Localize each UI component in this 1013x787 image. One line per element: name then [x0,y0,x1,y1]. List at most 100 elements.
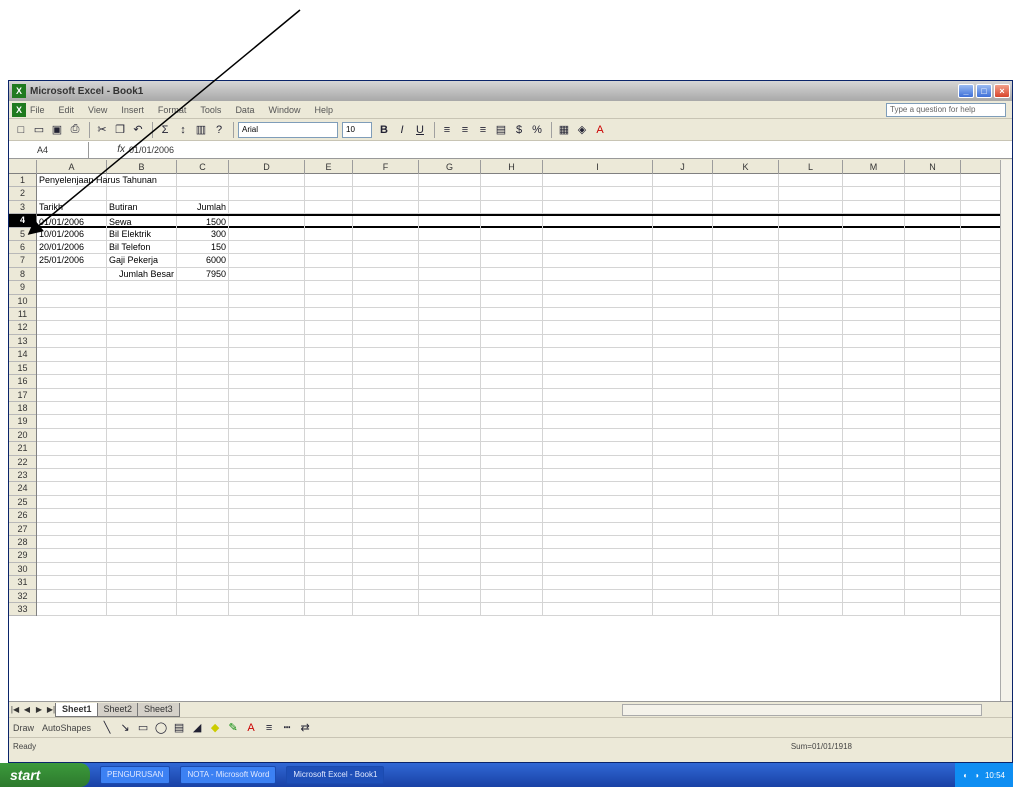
cell[interactable] [779,187,843,201]
cell[interactable] [353,241,419,255]
cell[interactable] [37,482,107,496]
menu-help[interactable]: Help [314,105,333,115]
cell[interactable] [305,442,353,456]
cell[interactable]: Bil Telefon [107,241,177,255]
menu-data[interactable]: Data [235,105,254,115]
cell[interactable] [353,509,419,523]
cell[interactable] [419,509,481,523]
cell[interactable] [543,576,653,590]
cell[interactable] [905,375,961,389]
row-header[interactable]: 17 [9,389,36,402]
row-header[interactable]: 10 [9,295,36,309]
cell[interactable] [653,294,713,309]
row-header[interactable]: 11 [9,308,36,322]
cell[interactable] [305,361,353,376]
cell[interactable] [37,401,107,416]
cell[interactable] [713,415,779,429]
cell[interactable] [107,442,177,456]
menu-view[interactable]: View [88,105,107,115]
align-center-icon[interactable]: ≡ [457,122,473,138]
rectangle-icon[interactable]: ▭ [135,720,151,736]
cell[interactable] [107,187,177,201]
cell[interactable] [37,361,107,376]
sum-icon[interactable]: Σ [157,122,173,138]
cell[interactable] [905,401,961,416]
cell[interactable] [653,200,713,215]
cell[interactable] [229,267,305,282]
select-all-corner[interactable] [9,160,37,174]
cell[interactable] [713,200,779,215]
menu-format[interactable]: Format [158,105,187,115]
cell[interactable] [229,576,305,590]
cell[interactable] [37,294,107,309]
cell[interactable] [229,321,305,335]
first-sheet-icon[interactable]: |◀ [9,705,21,714]
cell[interactable] [353,455,419,469]
cell[interactable] [713,522,779,536]
cell[interactable] [353,562,419,577]
cell[interactable] [229,535,305,550]
cell[interactable] [177,482,229,496]
font-color-icon[interactable]: A [243,720,259,736]
cell[interactable] [543,468,653,483]
cell[interactable] [543,200,653,215]
cell[interactable]: Butiran [107,200,177,215]
cell[interactable] [481,428,543,443]
cell[interactable] [419,535,481,550]
line-icon[interactable]: ╲ [99,720,115,736]
cell[interactable] [305,200,353,215]
cell[interactable] [653,401,713,416]
cell[interactable] [419,455,481,469]
cell[interactable] [543,428,653,443]
cell[interactable] [779,495,843,510]
cell[interactable] [229,401,305,416]
row-header[interactable]: 8 [9,268,36,282]
cell[interactable] [653,562,713,577]
cell[interactable] [843,468,905,483]
start-button[interactable]: start [0,763,90,787]
cell[interactable] [419,241,481,255]
taskbar-item-folder[interactable]: PENGURUSAN [100,766,171,784]
cell[interactable] [177,603,229,617]
cell[interactable] [481,241,543,255]
cell[interactable] [177,401,229,416]
cell[interactable] [713,187,779,201]
row-header[interactable]: 29 [9,549,36,563]
cell[interactable] [107,334,177,349]
column-header[interactable]: M [843,160,905,174]
cell[interactable] [177,281,229,295]
cell[interactable] [107,562,177,577]
menu-insert[interactable]: Insert [121,105,144,115]
cell[interactable] [37,509,107,523]
cell[interactable] [779,482,843,496]
cell[interactable] [419,281,481,295]
cell[interactable] [37,589,107,603]
cell[interactable] [843,603,905,617]
prev-sheet-icon[interactable]: ◀ [21,705,33,714]
cell[interactable] [779,241,843,255]
cell[interactable] [905,468,961,483]
cell[interactable] [419,482,481,496]
column-header[interactable]: K [713,160,779,174]
cell[interactable] [177,535,229,550]
cell[interactable] [37,562,107,577]
cut-icon[interactable]: ✂ [94,122,110,138]
cell[interactable] [843,455,905,469]
cell[interactable] [177,321,229,335]
cell[interactable] [543,281,653,295]
cell[interactable] [843,187,905,201]
column-header[interactable]: N [905,160,961,174]
cell[interactable] [543,495,653,510]
close-button[interactable]: × [994,84,1010,98]
cell[interactable] [305,576,353,590]
cell[interactable] [353,415,419,429]
cell[interactable] [305,522,353,536]
cell[interactable] [905,308,961,322]
cell[interactable] [779,227,843,242]
cell[interactable] [107,348,177,362]
cell[interactable] [177,576,229,590]
cell[interactable] [543,375,653,389]
cell[interactable] [37,535,107,550]
cell[interactable] [353,281,419,295]
cell[interactable] [353,589,419,603]
